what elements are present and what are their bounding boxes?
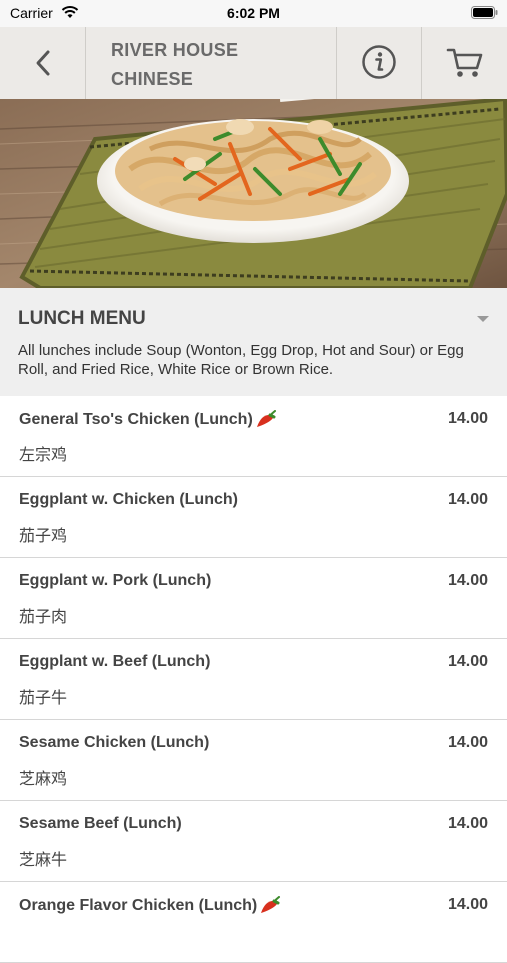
back-button[interactable] [0,27,86,99]
lunch-menu-section-header[interactable]: LUNCH MENU All lunches include Soup (Won… [0,288,507,396]
item-name: General Tso's Chicken (Lunch) [19,410,277,430]
menu-item[interactable]: Sesame Chicken (Lunch) 14.00 芝麻鸡 [0,720,507,801]
item-price: 14.00 [447,896,488,913]
menu-item[interactable]: Eggplant w. Chicken (Lunch) 14.00 茄子鸡 [0,477,507,558]
menu-item[interactable]: Eggplant w. Pork (Lunch) 14.00 茄子肉 [0,558,507,639]
cart-icon [446,48,483,77]
item-chinese-name: 芝麻鸡 [19,771,68,788]
chevron-down-icon [477,316,489,322]
menu-item[interactable]: Eggplant w. Beef (Lunch) 14.00 茄子牛 [0,639,507,720]
clock: 6:02 PM [227,5,280,21]
item-chinese-name: 芝麻牛 [19,852,68,869]
page-title: RIVER HOUSE CHINESE [111,36,326,94]
nav-bar: RIVER HOUSE CHINESE [0,27,507,100]
item-name: Orange Flavor Chicken (Lunch) [19,896,281,916]
item-chinese-name: 茄子牛 [19,690,68,707]
hero-image [0,99,507,288]
chevron-left-icon [36,50,50,76]
item-name: Sesame Chicken (Lunch) [19,734,210,751]
item-name: Sesame Beef (Lunch) [19,815,182,832]
item-chinese-name: 左宗鸡 [19,447,68,464]
menu-list: General Tso's Chicken (Lunch) 14.00 左宗鸡 … [0,396,507,963]
battery-icon [471,6,498,19]
title-line-1: RIVER HOUSE [111,40,239,60]
cart-button[interactable] [422,27,507,99]
menu-item[interactable]: Orange Flavor Chicken (Lunch) 14.00 [0,882,507,963]
item-name: Eggplant w. Beef (Lunch) [19,653,211,670]
item-name: Eggplant w. Pork (Lunch) [19,572,212,589]
chili-pepper-icon [261,896,281,913]
item-price: 14.00 [447,653,488,670]
section-title: LUNCH MENU [18,308,146,329]
info-icon [362,45,396,79]
item-price: 14.00 [447,815,488,832]
noodle-dish-photo [0,99,507,288]
item-price: 14.00 [447,491,488,508]
section-description: All lunches include Soup (Wonton, Egg Dr… [18,342,464,378]
item-price: 14.00 [447,734,488,751]
menu-item[interactable]: General Tso's Chicken (Lunch) 14.00 左宗鸡 [0,396,507,477]
restaurant-title: RIVER HOUSE CHINESE [86,27,337,99]
item-price: 14.00 [447,410,488,427]
menu-item[interactable]: Sesame Beef (Lunch) 14.00 芝麻牛 [0,801,507,882]
item-name: Eggplant w. Chicken (Lunch) [19,491,238,508]
status-bar: Carrier 6:02 PM [0,0,507,27]
info-button[interactable] [337,27,422,99]
chili-pepper-icon [256,410,276,427]
item-chinese-name: 茄子肉 [19,609,68,626]
title-line-2: CHINESE [111,69,194,89]
item-chinese-name: 茄子鸡 [19,528,68,545]
item-price: 14.00 [447,572,488,589]
